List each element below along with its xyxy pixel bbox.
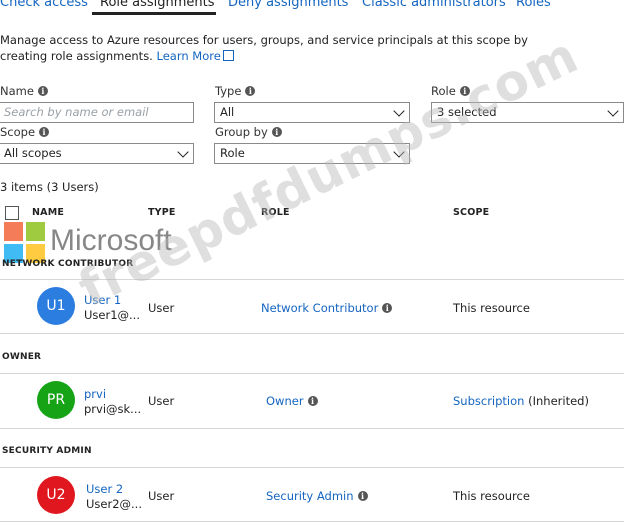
info-icon: i [271, 127, 282, 137]
user-type: User [148, 301, 175, 315]
tab-deny-assignments[interactable]: Deny assignments [228, 0, 348, 10]
info-icon: i [307, 396, 318, 406]
info-icon: i [37, 86, 48, 96]
info-icon: i [382, 303, 393, 313]
scope-dropdown[interactable]: All scopes [0, 143, 194, 164]
avatar: PR [37, 381, 75, 419]
divider [0, 521, 624, 522]
divider [0, 467, 624, 468]
group-header-owner: OWNER [2, 352, 42, 362]
name-search-input[interactable]: Search by name or email [0, 102, 194, 123]
external-link-icon [222, 50, 234, 61]
scope-value: This resource [453, 301, 530, 315]
column-header-name[interactable]: NAME [32, 207, 64, 218]
user-type: User [148, 489, 175, 503]
user-email: prvi@sk... [84, 402, 142, 416]
tab-check-access[interactable]: Check access [0, 0, 88, 10]
type-filter-label: Type i [215, 84, 256, 98]
tab-role-assignments[interactable]: Role assignments [100, 0, 215, 10]
page-description: Manage access to Azure resources for use… [0, 32, 560, 64]
active-tab-indicator [92, 12, 216, 15]
user-name-link[interactable]: User 2 [86, 482, 123, 496]
role-link[interactable]: Network Contributor i [261, 301, 393, 315]
scope-value: Subscription (Inherited) [453, 394, 589, 408]
select-all-checkbox[interactable] [5, 206, 19, 220]
scope-link[interactable]: Subscription [453, 394, 524, 408]
site-watermark: freepdfdumps.com [69, 25, 588, 318]
name-filter-label: Name i [0, 84, 48, 98]
scope-filter-label: Scope i [0, 125, 50, 139]
scope-value: This resource [453, 489, 530, 503]
group-header-security-admin: SECURITY ADMIN [2, 446, 92, 456]
divider [0, 333, 624, 334]
tab-classic-administrators[interactable]: Classic administrators [362, 0, 506, 10]
divider [0, 373, 624, 374]
avatar: U1 [37, 287, 75, 325]
info-icon: i [357, 491, 368, 501]
chevron-down-icon [177, 146, 189, 158]
info-icon: i [245, 86, 256, 96]
group-by-filter-label: Group by i [215, 125, 282, 139]
divider [0, 428, 624, 429]
description-text: Manage access to Azure resources for use… [0, 33, 528, 63]
tab-roles[interactable]: Roles [516, 0, 551, 10]
info-icon: i [39, 127, 50, 137]
user-name-link[interactable]: prvi [84, 387, 106, 401]
user-email: User2@... [86, 497, 142, 511]
avatar: U2 [37, 476, 75, 514]
tab-bar: Check access Role assignments Deny assig… [0, 0, 624, 16]
role-link[interactable]: Security Admin i [266, 489, 368, 503]
column-header-scope[interactable]: SCOPE [453, 207, 489, 218]
inherited-label: (Inherited) [528, 394, 589, 408]
items-count: 3 items (3 Users) [0, 180, 99, 194]
role-link[interactable]: Owner i [266, 394, 318, 408]
chevron-down-icon [607, 105, 619, 117]
learn-more-link[interactable]: Learn More [157, 49, 221, 63]
user-type: User [148, 394, 175, 408]
